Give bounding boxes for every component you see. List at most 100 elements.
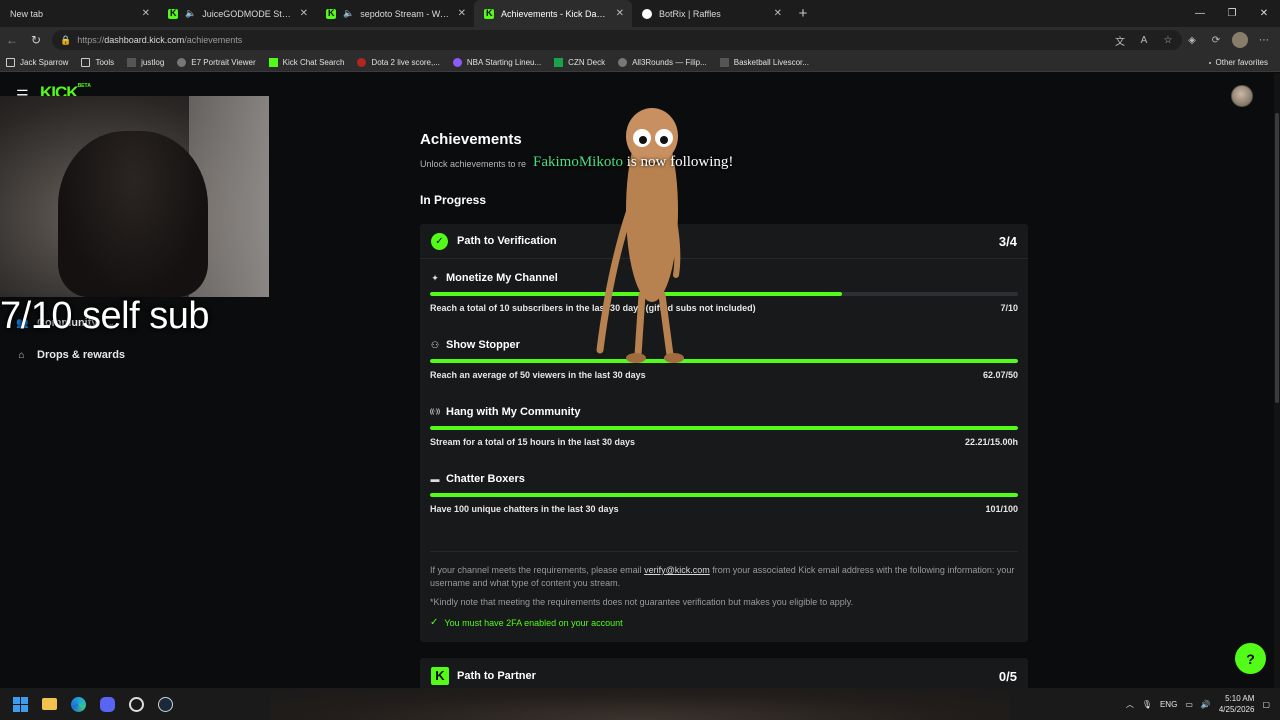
sparkle-icon: ✦ [431,272,439,283]
bookmark-item[interactable]: Tools [81,57,115,67]
read-aloud-icon[interactable]: A [1134,30,1154,50]
close-window-icon[interactable]: ✕ [1248,0,1280,27]
network-icon[interactable]: ▭ [1185,700,1193,709]
bookmark-item[interactable]: justlog [127,57,164,67]
system-tray: ︿ 🎙 ENG ▭ 🔊 5:10 AM 4/25/2026 ▢ [1126,688,1270,720]
close-icon[interactable]: ✕ [142,8,150,19]
tab-sepdoto[interactable]: 🔈 sepdoto Stream - Watch Live ✕ [316,0,474,27]
verified-check-icon: ✓ [431,233,448,250]
bookmark-icon [268,57,278,67]
url-input[interactable]: 🔒 https://dashboard.kick.com/achievement… [52,30,1182,50]
check-icon: ✓ [430,617,439,628]
progress-fill [430,493,1018,497]
scrollbar[interactable] [1274,73,1280,688]
requirement-title: Show Stopper [446,339,520,351]
clock[interactable]: 5:10 AM 4/25/2026 [1219,693,1255,715]
broadcast-icon: ((·)) [430,409,440,415]
taskbar: ︿ 🎙 ENG ▭ 🔊 5:10 AM 4/25/2026 ▢ [0,688,1280,720]
sync-icon[interactable]: ⟳ [1206,30,1226,50]
tab-achievements[interactable]: Achievements - Kick Dashboard ✕ [474,0,632,27]
bookmark-item[interactable]: NBA Starting Lineu... [452,57,541,67]
notification-icon[interactable]: ▢ [1262,700,1270,709]
restore-icon[interactable]: ❐ [1216,0,1248,27]
folder-icon [1208,61,1211,64]
tab-botrix[interactable]: BotRix | Raffles ✕ [632,0,790,27]
requirement-description: Reach a total of 10 subscribers in the l… [430,303,756,313]
requirement-item: ✦ Monetize My Channel Reach a total of 10 … [430,272,1018,332]
verification-card: ✓ Path to Verification 3/4 ✦ Monetize My … [420,224,1028,642]
favorite-star-icon[interactable]: ☆ [1158,30,1178,50]
bookmark-item[interactable]: All3Rounds — Filip... [618,57,707,67]
back-icon[interactable]: ← [0,27,24,53]
bookmark-item[interactable]: Jack Sparrow [6,57,69,67]
steam-icon[interactable] [151,688,180,720]
help-chat-button[interactable]: ? [1235,643,1266,674]
microphone-icon[interactable]: 🎙 [1142,700,1152,709]
requirement-description: Reach an average of 50 viewers in the la… [430,370,646,380]
close-icon[interactable]: ✕ [300,8,308,19]
requirement-value: 22.21/15.00h [964,437,1018,447]
verify-email-link[interactable]: verify@kick.com [644,565,710,575]
file-explorer-icon[interactable] [35,688,64,720]
language-indicator[interactable]: ENG [1160,700,1177,709]
page-subtitle: Unlock achievements to re [420,159,527,169]
translate-icon[interactable]: 文 [1110,30,1130,50]
bookmark-icon [719,57,729,67]
extension-icon[interactable]: ◈ [1182,30,1202,50]
bookmark-item[interactable]: Dota 2 live score,... [357,57,440,67]
bookmark-label: Tools [95,57,115,67]
card-count: 3/4 [998,234,1017,249]
progress-fill [430,292,842,296]
close-icon[interactable]: ✕ [774,8,782,19]
overlay-caption: 7/10 self sub [0,295,209,337]
minimize-icon[interactable]: — [1184,0,1216,27]
tray-overflow-icon[interactable]: ︿ [1126,699,1134,710]
bookmark-icon [357,57,367,67]
profile-avatar[interactable] [1230,30,1250,50]
tab-strip: New tab ✕ 🔈 JuiceGODMODE Stream - Watch … [0,0,1280,27]
requirement-title-row: ⚇ Show Stopper [430,339,520,351]
progress-bar [430,292,1018,296]
verification-card-header[interactable]: ✓ Path to Verification 3/4 [420,224,1028,259]
discord-icon[interactable] [93,688,122,720]
obs-icon[interactable] [122,688,151,720]
requirement-value: 101/100 [985,504,1018,514]
windows-start-icon[interactable] [6,688,35,720]
more-icon[interactable]: ⋯ [1254,30,1274,50]
bookmark-item[interactable]: CZN Deck [554,57,606,67]
botrix-icon [642,8,652,19]
progress-fill [430,359,1018,363]
scrollbar-thumb[interactable] [1275,113,1279,403]
bookmark-item[interactable]: Basketball Livescor... [719,57,809,67]
sidebar-item-drops[interactable]: ⌂ Drops & rewards [16,349,125,361]
bookmark-item[interactable]: E7 Portrait Viewer [177,57,256,67]
close-icon[interactable]: ✕ [458,8,466,19]
verification-note: *Kindly note that meeting the requiremen… [430,597,854,607]
webcam-overlay [0,96,269,297]
speaker-icon[interactable]: 🔈 [185,8,196,19]
close-icon[interactable]: ✕ [616,8,624,19]
tab-new-tab[interactable]: New tab ✕ [0,0,158,27]
kick-icon [484,8,494,19]
bookmark-icon [452,57,462,67]
bookmark-label: CZN Deck [568,57,606,67]
progress-fill [430,426,1018,430]
edge-browser-icon[interactable] [64,688,93,720]
avatar[interactable] [1231,85,1253,107]
requirement-title-row: ((·)) Hang with My Community [430,406,580,418]
follower-name: FakimoMikoto [533,154,624,170]
other-favorites[interactable]: Other favorites [1208,53,1268,72]
partner-card[interactable]: K Path to Partner 0/5 [420,658,1028,688]
folder-icon [81,57,91,67]
webcam-person [58,131,208,297]
tab-label: Achievements - Kick Dashboard [501,8,610,19]
speaker-icon[interactable]: 🔈 [343,8,354,19]
card-title: Path to Verification [457,235,557,247]
bookmark-label: Jack Sparrow [20,57,69,67]
bookmark-item[interactable]: Kick Chat Search [268,57,344,67]
new-tab-button[interactable]: + [790,0,816,27]
tab-juicegodmode[interactable]: 🔈 JuiceGODMODE Stream - Watch Live ✕ [158,0,316,27]
volume-icon[interactable]: 🔊 [1201,700,1211,709]
kick-icon [326,8,336,19]
refresh-icon[interactable]: ↻ [24,27,48,53]
